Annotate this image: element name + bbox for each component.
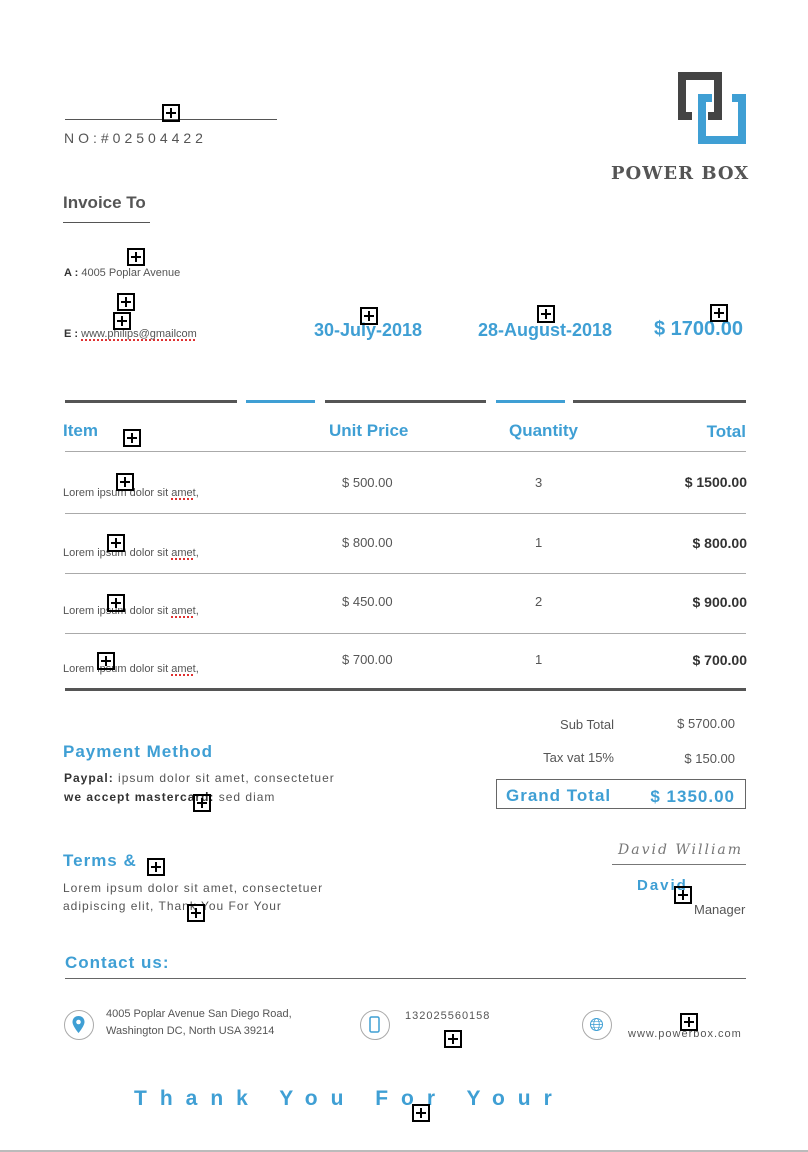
crosshair-marker [107, 594, 125, 612]
row-divider [65, 573, 746, 574]
email-label: E : [64, 328, 79, 340]
spellcheck-word: amet [171, 487, 196, 499]
payment-line-1: Paypal: ipsum dolor sit amet, consectetu… [64, 771, 335, 785]
crosshair-marker [187, 904, 205, 922]
row-item: Lorem ipsum dolor sit amet, [63, 663, 199, 675]
row-total: $ 1500.00 [684, 474, 747, 490]
email-value: www.philips@gmailcom [81, 328, 197, 340]
crosshair-marker [193, 794, 211, 812]
crosshair-marker [123, 429, 141, 447]
crosshair-marker [412, 1104, 430, 1122]
spellcheck-word: amet [171, 663, 196, 675]
crosshair-marker [117, 293, 135, 311]
row-quantity: 2 [535, 594, 543, 609]
mastercard-text: sed diam [214, 790, 276, 804]
location-icon [64, 1010, 94, 1040]
crosshair-marker [444, 1030, 462, 1048]
row-unit-price: $ 450.00 [342, 594, 393, 609]
header-divider [65, 451, 746, 452]
spellcheck-word: amet [171, 605, 196, 617]
crosshair-marker [116, 473, 134, 491]
tax-value: $ 150.00 [684, 751, 735, 766]
crosshair-marker [680, 1013, 698, 1031]
contact-address-line-2: Washington DC, North USA 39214 [106, 1025, 275, 1037]
phone-icon [360, 1010, 390, 1040]
subtotal-label: Sub Total [560, 717, 614, 732]
row-quantity: 1 [535, 652, 543, 667]
crosshair-marker [674, 886, 692, 904]
address-label: A : [64, 267, 79, 279]
crosshair-marker [147, 858, 165, 876]
table-bottom-rule [65, 688, 746, 691]
logo-mark-icon [678, 72, 746, 144]
mastercard-label: we accept mastercard: [64, 790, 215, 804]
crosshair-marker [360, 307, 378, 325]
segment-rule-3 [325, 400, 486, 403]
contact-address-line-1: 4005 Poplar Avenue San Diego Road, [106, 1008, 292, 1020]
tax-label: Tax vat 15% [543, 750, 614, 765]
row-total: $ 700.00 [692, 652, 748, 668]
grand-total-box: Grand Total $ 1350.00 [496, 779, 746, 809]
payment-line-2: we accept mastercard: sed diam [64, 790, 275, 804]
row-total: $ 900.00 [692, 594, 748, 610]
row-item: Lorem ipsum dolor sit amet, [63, 547, 199, 559]
thank-you-footer: Thank You For Your [134, 1087, 565, 1110]
row-unit-price: $ 500.00 [342, 475, 393, 490]
signature-script: David William [618, 842, 744, 858]
contact-phone: 132025560158 [405, 1010, 491, 1022]
row-unit-price: $ 800.00 [342, 535, 393, 550]
row-item-text: Lorem ipsum dolor sit amet, [63, 605, 199, 617]
invoice-number: NO:#02504422 [64, 130, 207, 146]
row-divider [65, 633, 746, 634]
signature-role: Manager [694, 902, 746, 917]
col-header-unit-price: Unit Price [329, 421, 409, 440]
globe-icon [582, 1010, 612, 1040]
row-quantity: 3 [535, 475, 543, 490]
due-date: 28-August-2018 [478, 320, 613, 340]
row-item-text: Lorem ipsum dolor sit amet, [63, 663, 199, 675]
row-total: $ 800.00 [692, 535, 748, 551]
subtotal-value: $ 5700.00 [677, 716, 735, 731]
address-value: 4005 Poplar Avenue [81, 267, 181, 279]
amount-due: $ 1700.00 [654, 318, 743, 340]
spellcheck-word: amet [171, 547, 196, 559]
segment-rule-2 [246, 400, 315, 403]
invoice-to-underline [63, 222, 150, 223]
grand-total-label: Grand Total [506, 786, 612, 805]
row-item: Lorem ipsum dolor sit amet, [63, 605, 199, 617]
paypal-label: Paypal: [64, 771, 114, 785]
row-item-text: Lorem ipsum dolor sit amet, [63, 547, 199, 559]
segment-rule-4 [496, 400, 565, 403]
brand-name: POWER BOX [611, 163, 750, 184]
contact-title: Contact us: [65, 953, 170, 972]
terms-title: Terms & [63, 851, 137, 870]
col-header-total: Total [706, 422, 746, 441]
row-divider [65, 513, 746, 514]
crosshair-marker [710, 304, 728, 322]
terms-line-2: adipiscing elit, Thank You For Your [63, 899, 282, 913]
crosshair-marker [107, 534, 125, 552]
address-line: A : 4005 Poplar Avenue [64, 267, 180, 279]
crosshair-marker [537, 305, 555, 323]
segment-rule-1 [65, 400, 237, 403]
segment-rule-5 [573, 400, 746, 403]
grand-total-value: $ 1350.00 [650, 787, 735, 806]
terms-line-1: Lorem ipsum dolor sit amet, consectetuer [63, 881, 324, 895]
contact-rule [65, 978, 746, 979]
crosshair-marker [162, 104, 180, 122]
invoice-to-heading: Invoice To [63, 193, 146, 212]
payment-method-title: Payment Method [63, 742, 214, 761]
crosshair-marker [127, 248, 145, 266]
row-quantity: 1 [535, 535, 543, 550]
brand-logo [676, 70, 748, 146]
row-unit-price: $ 700.00 [342, 652, 393, 667]
col-header-item: Item [63, 421, 98, 440]
crosshair-marker [97, 652, 115, 670]
crosshair-marker [113, 312, 131, 330]
paypal-text: ipsum dolor sit amet, consectetuer [113, 771, 335, 785]
col-header-quantity: Quantity [509, 421, 578, 440]
signature-line [612, 864, 746, 865]
